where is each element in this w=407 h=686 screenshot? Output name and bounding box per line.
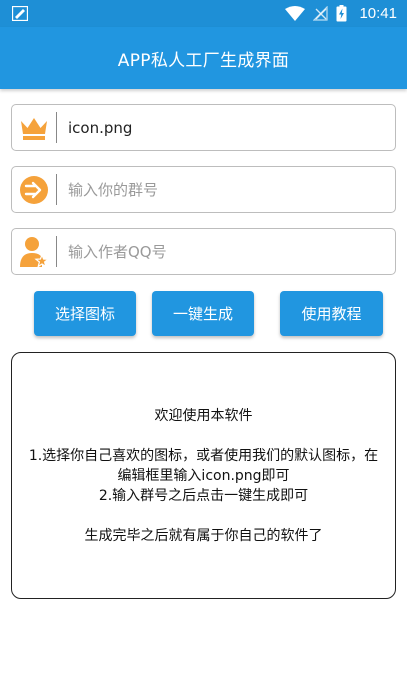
field-divider — [56, 112, 57, 143]
author-qq-input[interactable] — [68, 242, 368, 261]
wifi-icon — [285, 6, 306, 21]
signal-off-icon — [313, 6, 329, 21]
notification-icon — [12, 6, 28, 21]
clock-time: 10:41 — [359, 5, 397, 22]
battery-charging-icon — [336, 5, 347, 22]
instruction-step-2: 2.输入群号之后点击一键生成即可 — [98, 487, 309, 504]
one-click-generate-button[interactable]: 一键生成 — [152, 291, 254, 336]
page-title: APP私人工厂生成界面 — [117, 50, 290, 71]
group-number-field[interactable] — [11, 166, 396, 213]
user-star-icon — [12, 229, 56, 274]
icon-name-input[interactable] — [68, 118, 368, 137]
share-arrow-icon — [12, 167, 56, 212]
crown-icon — [12, 105, 56, 150]
group-number-input[interactable] — [68, 180, 368, 199]
tutorial-button[interactable]: 使用教程 — [280, 291, 383, 336]
app-bar: APP私人工厂生成界面 — [0, 27, 407, 89]
instruction-step-1: 1.选择你自己喜欢的图标，或者使用我们的默认图标，在编辑框里输入icon.png… — [28, 447, 379, 484]
instructions-panel: 欢迎使用本软件 1.选择你自己喜欢的图标，或者使用我们的默认图标，在编辑框里输入… — [11, 352, 396, 599]
icon-name-field[interactable] — [11, 104, 396, 151]
select-icon-button[interactable]: 选择图标 — [34, 291, 136, 336]
status-bar: 10:41 — [0, 0, 407, 27]
field-divider — [56, 236, 57, 267]
author-qq-field[interactable] — [11, 228, 396, 275]
welcome-text: 欢迎使用本软件 — [154, 407, 253, 424]
field-divider — [56, 174, 57, 205]
completion-text: 生成完毕之后就有属于你自己的软件了 — [84, 527, 323, 544]
